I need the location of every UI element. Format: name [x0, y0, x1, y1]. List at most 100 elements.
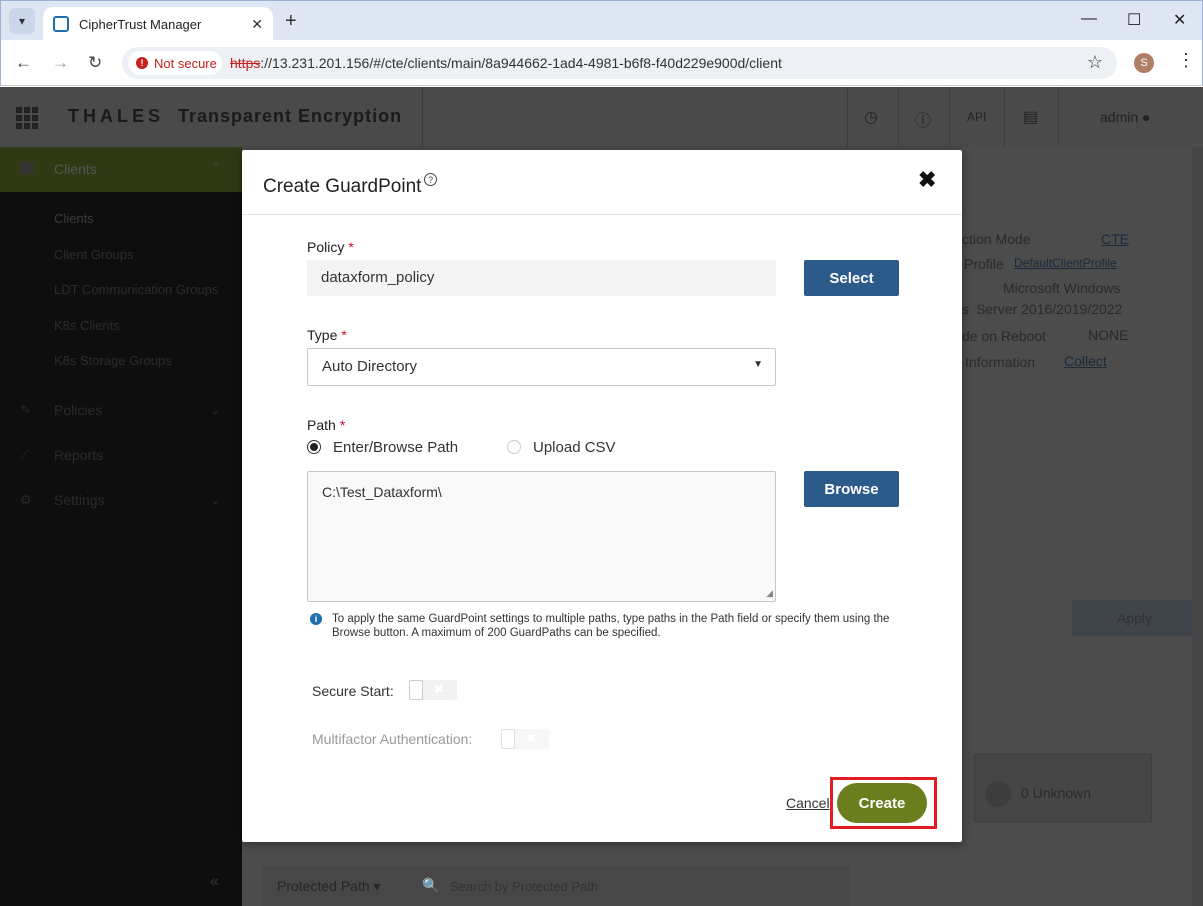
browser-tab[interactable]: CipherTrust Manager ✕ [43, 7, 273, 41]
policies-icon: ✎ [20, 402, 31, 417]
search-icon: 🔍 [422, 877, 440, 893]
collapse-sidebar-icon[interactable]: « [210, 873, 219, 891]
create-guardpoint-dialog: Create GuardPoint ? ✖ Policy * dataxform_… [242, 150, 962, 842]
not-secure-label: Not secure [154, 55, 217, 71]
tab-search-button[interactable]: ▾ [9, 8, 35, 34]
radio-enter-browse-label: Enter/Browse Path [333, 439, 459, 456]
resize-handle-icon[interactable]: ◢ [766, 588, 773, 599]
ciphertrust-favicon-icon [53, 16, 69, 32]
mfa-label: Multifactor Authentication: [312, 731, 473, 747]
minimize-icon[interactable]: — [1081, 10, 1097, 28]
select-policy-button[interactable]: Select [804, 260, 899, 296]
path-value: C:\Test_Dataxform\ [322, 484, 442, 500]
sidebar-item-reports[interactable]: Reports [54, 447, 103, 463]
info-icon: i [310, 613, 322, 625]
required-mark: * [339, 417, 346, 433]
bookmark-star-icon[interactable]: ☆ [1087, 52, 1103, 73]
profile-avatar[interactable]: S [1134, 53, 1154, 73]
sidebar-item-ldt-groups[interactable]: LDT Communication Groups [54, 282, 219, 297]
radio-enter-browse[interactable] [307, 440, 321, 454]
page-scrollbar[interactable] [1192, 147, 1203, 906]
radio-upload-csv[interactable] [507, 440, 521, 454]
type-select-value: Auto Directory [322, 358, 418, 375]
bg-row-label: s [962, 301, 969, 317]
app-grid-icon[interactable] [16, 107, 38, 129]
type-select[interactable]: Auto Directory ▼ [307, 348, 776, 386]
thales-logo: THALES [68, 106, 164, 126]
browser-menu-icon[interactable]: ⋮ [1177, 50, 1195, 71]
bg-row-value: Microsoft Windows [1003, 280, 1121, 296]
browser-tabstrip: ▾ CipherTrust Manager ✕ + — ☐ ✕ [0, 0, 1203, 41]
url-path: ://13.231.201.156/#/cte/clients/main/8a9… [260, 55, 782, 71]
close-tab-icon[interactable]: ✕ [251, 16, 263, 33]
apply-button: Apply [1072, 600, 1197, 636]
chevron-down-icon: ⌄ [210, 403, 221, 417]
sidebar-section-label: Clients [54, 161, 97, 177]
search-field-select: Protected Path ▾ [277, 878, 381, 894]
policy-label: Policy * [307, 239, 354, 255]
bg-row-value: CTE [1101, 231, 1129, 247]
status-panel: 0 Unknown [974, 754, 1152, 822]
path-textarea[interactable]: C:\Test_Dataxform\ ◢ [307, 471, 776, 602]
sidebar-section-clients[interactable]: Clients ⌃ [0, 147, 242, 192]
dialog-header: Create GuardPoint ? ✖ [242, 150, 962, 215]
clients-icon [20, 162, 34, 174]
sidebar-item-k8s-storage[interactable]: K8s Storage Groups [54, 353, 172, 368]
close-icon[interactable]: ✖ [918, 167, 936, 193]
bg-row-value: DefaultClientProfile [1014, 256, 1117, 270]
url-text: https://13.231.201.156/#/cte/clients/mai… [230, 55, 782, 71]
reload-icon[interactable]: ↻ [88, 53, 102, 73]
sidebar-item-policies[interactable]: Policies [54, 402, 102, 418]
not-secure-badge[interactable]: ! Not secure [128, 51, 222, 75]
info-icon[interactable]: ⓘ [915, 107, 931, 131]
bg-row-label: Profile [964, 256, 1004, 272]
forward-arrow-icon[interactable]: → [52, 53, 69, 73]
url-field[interactable]: ! Not secure https://13.231.201.156/#/ct… [122, 47, 1117, 79]
bg-row-label: Information [965, 354, 1036, 370]
maximize-icon[interactable]: ☐ [1127, 10, 1141, 30]
tab-title: CipherTrust Manager [79, 16, 202, 32]
search-input: Search by Protected Path [450, 879, 599, 894]
create-button[interactable]: Create [837, 783, 927, 823]
sidebar-item-settings[interactable]: Settings [54, 492, 105, 508]
type-label: Type * [307, 327, 347, 343]
browse-button[interactable]: Browse [804, 471, 899, 507]
clock-icon[interactable]: ◷ [864, 107, 878, 127]
required-mark: * [341, 327, 347, 343]
policy-field[interactable]: dataxform_policy [307, 260, 776, 296]
path-label-text: Path [307, 417, 336, 433]
reports-icon: ⟋ [20, 447, 30, 462]
sidebar-item-k8s-clients[interactable]: K8s Clients [54, 318, 120, 333]
policy-label-text: Policy [307, 239, 345, 255]
address-bar: ← → ↻ ! Not secure https://13.231.201.15… [0, 40, 1203, 86]
search-bar: Protected Path ▾ 🔍 Search by Protected P… [262, 866, 850, 906]
url-scheme: https [230, 55, 261, 71]
cancel-button[interactable]: Cancel [786, 795, 830, 811]
secure-start-label: Secure Start: [312, 683, 394, 699]
api-link[interactable]: API [967, 110, 986, 124]
sidebar: Clients ⌃ Clients Client Groups LDT Comm… [0, 147, 242, 906]
sidebar-item-client-groups[interactable]: Client Groups [54, 247, 133, 262]
brand: THALES Transparent Encryption [68, 106, 402, 127]
status-circle-icon [985, 781, 1011, 807]
type-label-text: Type [307, 327, 338, 343]
chevron-down-icon: ▾ [18, 14, 26, 28]
docs-icon[interactable]: ▤ [1023, 107, 1038, 127]
help-icon[interactable]: ? [424, 173, 437, 186]
app-header: THALES Transparent Encryption ◷ ⓘ API ▤ … [0, 87, 1203, 147]
path-info-text: To apply the same GuardPoint settings to… [332, 613, 890, 639]
back-arrow-icon[interactable]: ← [15, 53, 32, 73]
new-tab-button[interactable]: + [285, 10, 297, 33]
user-icon: ● [1138, 109, 1151, 125]
radio-upload-csv-label: Upload CSV [533, 439, 616, 456]
user-menu[interactable]: admin ● [1100, 109, 1151, 125]
secure-start-toggle[interactable]: ✖ [409, 680, 457, 700]
sidebar-item-clients[interactable]: Clients [54, 211, 94, 226]
product-name: Transparent Encryption [178, 106, 403, 126]
path-label: Path * [307, 417, 345, 433]
chevron-down-icon: ⌄ [210, 493, 221, 507]
settings-icon: ⚙ [20, 492, 32, 507]
caret-down-icon: ▼ [753, 359, 763, 370]
bg-row-label: de on Reboot [962, 328, 1047, 344]
close-window-icon[interactable]: ✕ [1173, 10, 1186, 30]
